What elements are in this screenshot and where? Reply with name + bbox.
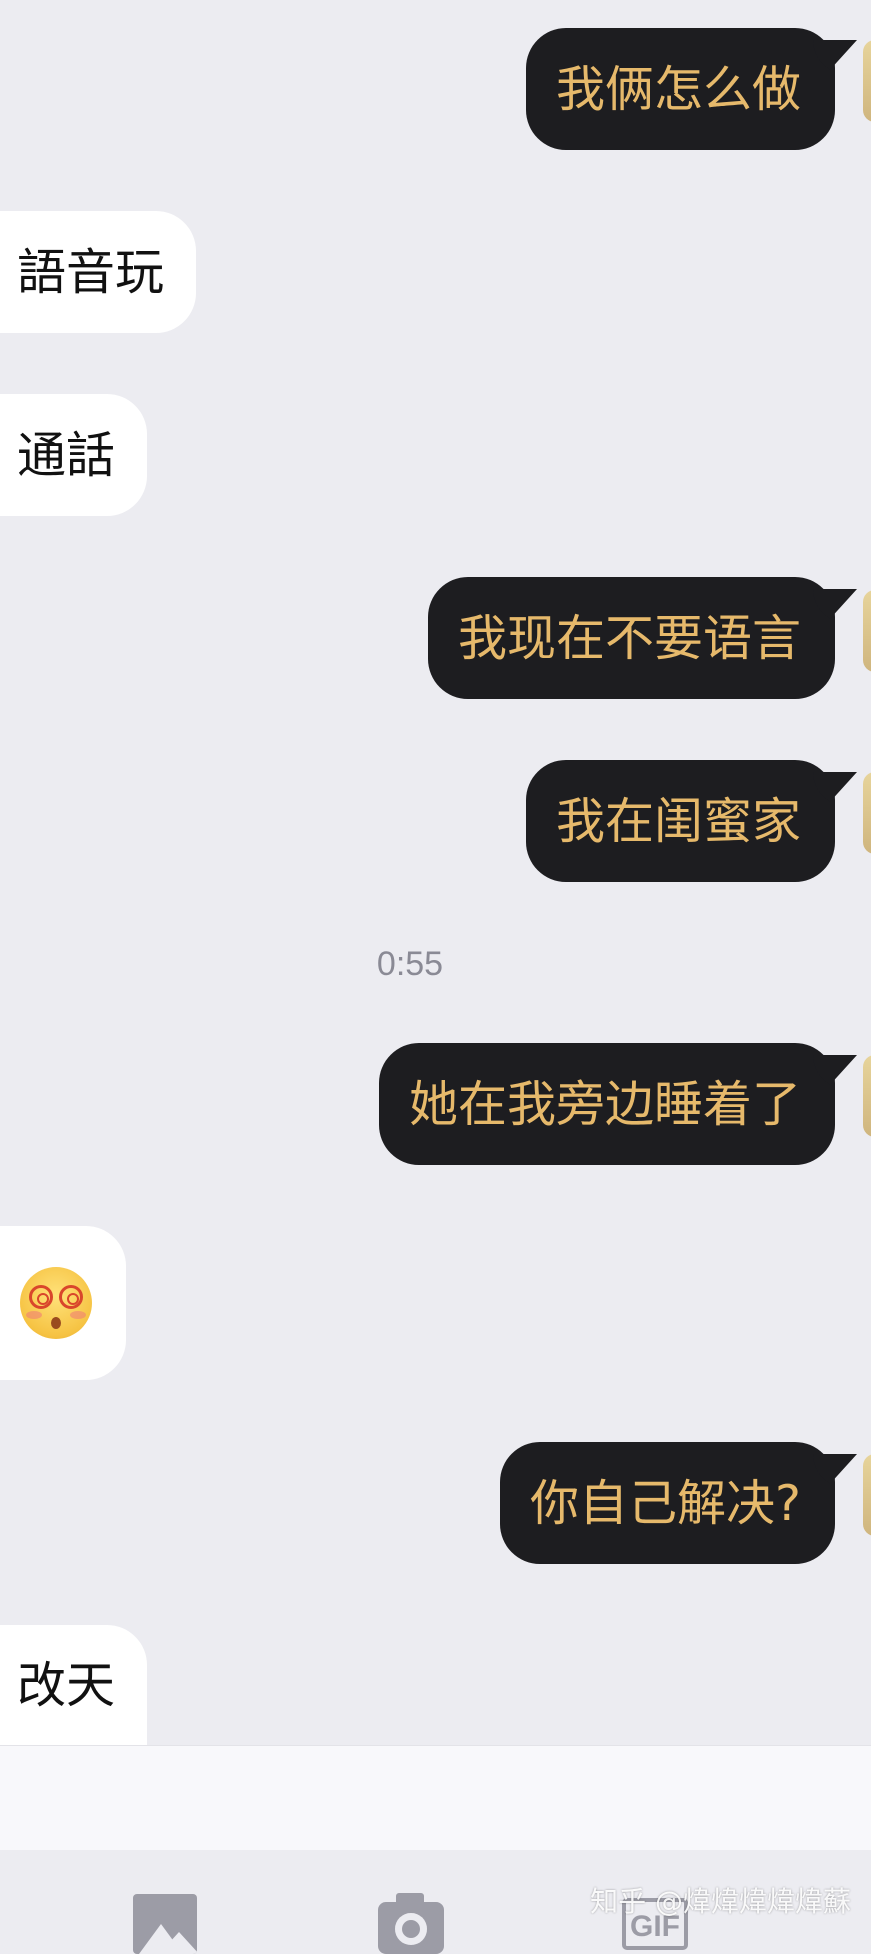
chat-area: 我俩怎么做 語音玩 通話 我现在不要语言 我在闺蜜家 0:55 她在我旁边睡着了… [0, 0, 871, 1745]
message-timestamp: 0:55 [376, 945, 444, 983]
outgoing-message[interactable]: 我俩怎么做 [525, 28, 835, 150]
watermark: 知乎 @煒煒煒煒煒蘇 [590, 1885, 851, 1918]
message-text: 語音玩 [17, 243, 165, 301]
dizzy-face-emoji [20, 1267, 92, 1339]
image-icon[interactable] [133, 1894, 197, 1954]
message-text: 你自己解决? [529, 1474, 801, 1532]
outgoing-message[interactable]: 你自己解决? [499, 1442, 835, 1564]
avatar[interactable] [863, 590, 871, 672]
message-text: 我俩怎么做 [555, 60, 801, 118]
avatar[interactable] [863, 1454, 871, 1536]
message-input[interactable] [0, 1745, 871, 1850]
avatar[interactable] [863, 1055, 871, 1137]
message-text: 通話 [17, 426, 116, 484]
avatar[interactable] [863, 40, 871, 122]
message-text: 我在闺蜜家 [555, 792, 801, 850]
outgoing-message[interactable]: 我在闺蜜家 [525, 760, 835, 882]
incoming-message[interactable]: 語音玩 [0, 211, 197, 333]
outgoing-message[interactable]: 她在我旁边睡着了 [378, 1043, 835, 1165]
outgoing-message[interactable]: 我现在不要语言 [427, 577, 835, 699]
message-text: 改天 [17, 1656, 116, 1714]
incoming-message[interactable] [0, 1226, 126, 1380]
avatar[interactable] [863, 772, 871, 854]
message-text: 她在我旁边睡着了 [408, 1075, 801, 1133]
camera-icon[interactable] [378, 1893, 444, 1954]
incoming-message[interactable]: 通話 [0, 394, 148, 516]
message-text: 我现在不要语言 [457, 609, 801, 667]
incoming-message[interactable]: 改天 [0, 1625, 148, 1745]
